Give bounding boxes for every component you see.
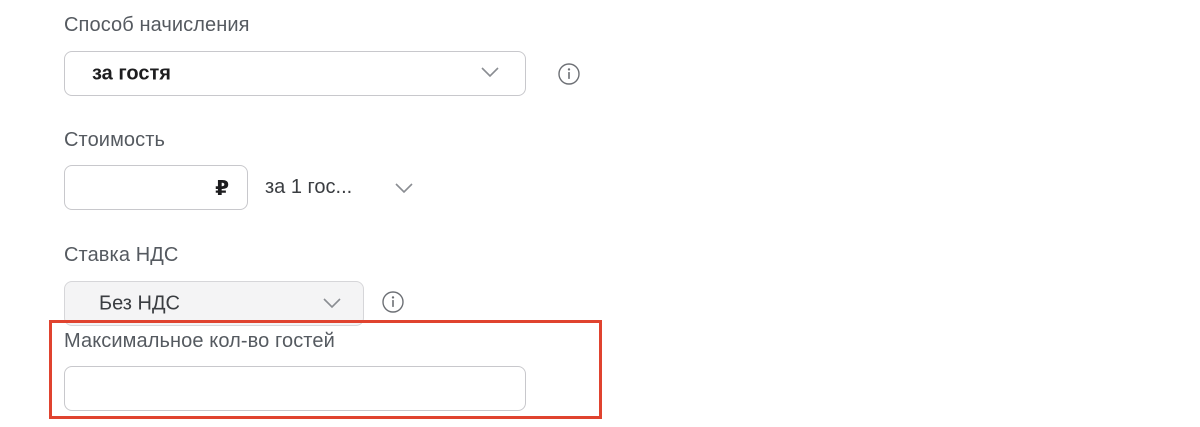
max-guests-input[interactable] — [64, 366, 526, 411]
chevron-down-icon — [395, 182, 413, 194]
cost-unit-select[interactable]: за 1 гос... — [265, 165, 425, 210]
info-icon[interactable] — [382, 291, 404, 313]
vat-rate-value: Без НДС — [99, 292, 180, 314]
accrual-method-value: за гостя — [92, 62, 171, 84]
vat-rate-label: Ставка НДС — [64, 244, 179, 266]
max-guests-label: Максимальное кол-во гостей — [64, 330, 335, 352]
chevron-down-icon — [323, 297, 341, 309]
accrual-method-label: Способ начисления — [64, 14, 250, 36]
cost-input[interactable]: ₽ — [64, 165, 248, 210]
chevron-down-icon — [481, 66, 499, 78]
info-icon[interactable] — [558, 63, 580, 85]
cost-label: Стоимость — [64, 129, 166, 151]
cost-unit-value: за 1 гос... — [265, 176, 353, 198]
ruble-currency-symbol: ₽ — [215, 178, 229, 200]
accrual-method-select[interactable]: за гостя — [64, 51, 526, 96]
